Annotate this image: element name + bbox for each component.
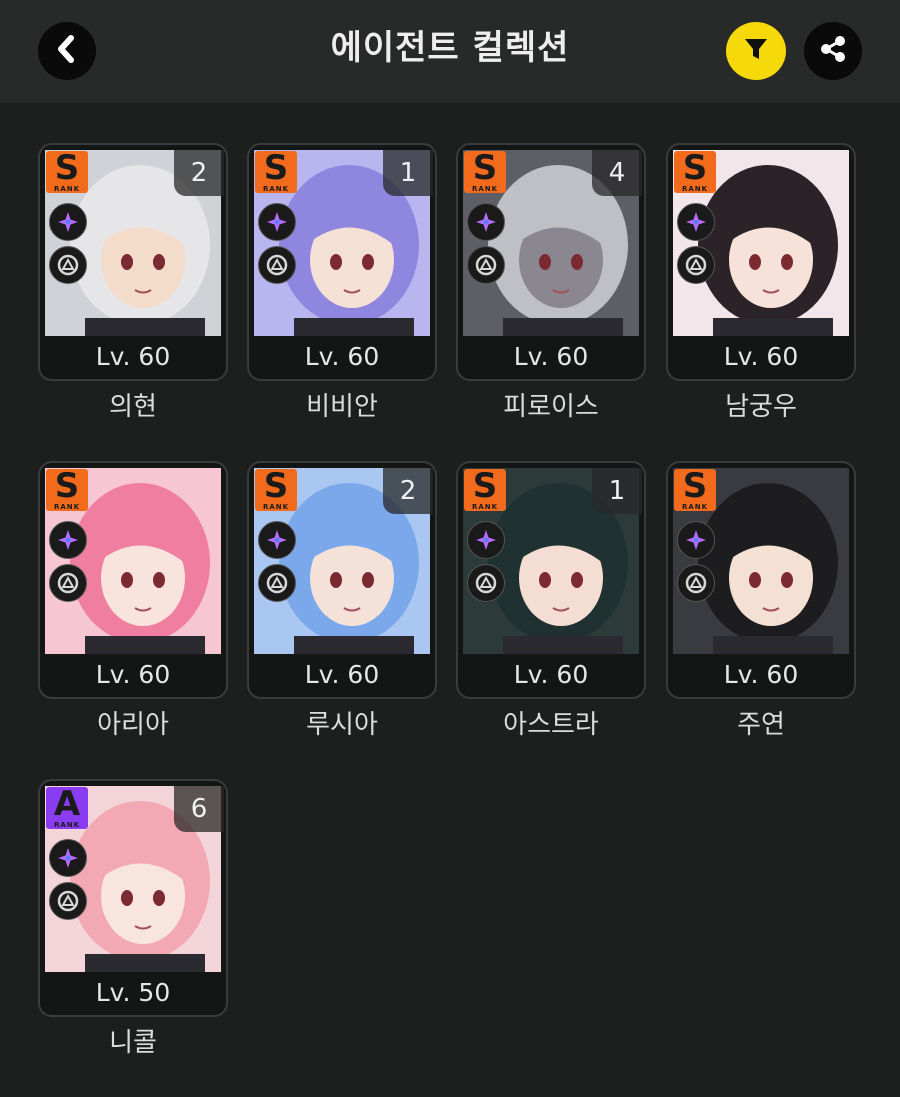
share-button[interactable] bbox=[804, 22, 862, 80]
agent-level: Lv. 60 bbox=[723, 342, 799, 371]
attribute-icon bbox=[467, 203, 505, 241]
rank-letter: S bbox=[472, 466, 498, 506]
mindscape-count: 4 bbox=[592, 150, 642, 196]
mindscape-count: 1 bbox=[383, 150, 433, 196]
specialty-icon bbox=[49, 246, 87, 284]
rank-caption: RANK bbox=[471, 503, 499, 511]
agent-card-frame[interactable]: S RANK 1 Lv. 60 bbox=[456, 461, 646, 699]
agent-name: 아리아 bbox=[97, 710, 169, 740]
agent-name: 니콜 bbox=[109, 1028, 157, 1058]
rank-letter: S bbox=[682, 148, 708, 188]
rank-caption: RANK bbox=[53, 503, 81, 511]
filter-button[interactable] bbox=[726, 22, 786, 80]
rank-badge: S RANK bbox=[674, 151, 716, 193]
specialty-icon bbox=[49, 564, 87, 602]
agent-name: 의현 bbox=[109, 392, 157, 422]
rank-badge: S RANK bbox=[255, 469, 297, 511]
agent-card-frame[interactable]: S RANK 2 Lv. 60 bbox=[38, 143, 228, 381]
agent-card[interactable]: S RANK Lv. 60 아리아 bbox=[38, 461, 228, 751]
agent-card[interactable]: S RANK 1 Lv. 60 아스트라 bbox=[456, 461, 646, 751]
agent-card[interactable]: S RANK 4 Lv. 60 피로이스 bbox=[456, 143, 646, 433]
specialty-icon bbox=[258, 564, 296, 602]
agent-level: Lv. 60 bbox=[304, 660, 380, 689]
agent-card-frame[interactable]: S RANK Lv. 60 bbox=[666, 143, 856, 381]
rank-letter: S bbox=[263, 466, 289, 506]
mindscape-count: 2 bbox=[174, 150, 224, 196]
rank-letter: S bbox=[263, 148, 289, 188]
rank-caption: RANK bbox=[53, 821, 81, 829]
attribute-icon bbox=[49, 203, 87, 241]
rank-caption: RANK bbox=[262, 185, 290, 193]
agent-level: Lv. 60 bbox=[304, 342, 380, 371]
rank-letter: S bbox=[682, 466, 708, 506]
agent-name: 루시아 bbox=[306, 710, 378, 740]
agent-name: 아스트라 bbox=[503, 710, 599, 740]
agent-card-frame[interactable]: S RANK 2 Lv. 60 bbox=[247, 461, 437, 699]
rank-badge: A RANK bbox=[46, 787, 88, 829]
top-bar: 에이전트 컬렉션 bbox=[0, 0, 900, 103]
attribute-icon bbox=[258, 521, 296, 559]
agent-name: 피로이스 bbox=[503, 392, 599, 422]
rank-caption: RANK bbox=[262, 503, 290, 511]
specialty-icon bbox=[677, 564, 715, 602]
specialty-icon bbox=[467, 564, 505, 602]
mindscape-count: 2 bbox=[383, 468, 433, 514]
rank-caption: RANK bbox=[681, 503, 709, 511]
attribute-icon bbox=[258, 203, 296, 241]
attribute-icon bbox=[49, 521, 87, 559]
attribute-icon bbox=[677, 203, 715, 241]
agent-level: Lv. 60 bbox=[95, 660, 171, 689]
attribute-icon bbox=[677, 521, 715, 559]
rank-caption: RANK bbox=[681, 185, 709, 193]
rank-badge: S RANK bbox=[674, 469, 716, 511]
rank-letter: S bbox=[54, 466, 80, 506]
rank-letter: S bbox=[54, 148, 80, 188]
mindscape-count: 1 bbox=[592, 468, 642, 514]
agent-card[interactable]: S RANK 1 Lv. 60 비비안 bbox=[247, 143, 437, 433]
mindscape-count: 6 bbox=[174, 786, 224, 832]
agent-card[interactable]: S RANK 2 Lv. 60 루시아 bbox=[247, 461, 437, 751]
agent-card-frame[interactable]: S RANK 1 Lv. 60 bbox=[247, 143, 437, 381]
agent-card-frame[interactable]: S RANK Lv. 60 bbox=[38, 461, 228, 699]
agent-name: 남궁우 bbox=[725, 392, 797, 422]
rank-letter: S bbox=[472, 148, 498, 188]
agent-level: Lv. 60 bbox=[723, 660, 799, 689]
rank-caption: RANK bbox=[53, 185, 81, 193]
specialty-icon bbox=[258, 246, 296, 284]
rank-badge: S RANK bbox=[464, 151, 506, 193]
rank-badge: S RANK bbox=[46, 151, 88, 193]
agent-level: Lv. 60 bbox=[513, 342, 589, 371]
agent-level: Lv. 60 bbox=[513, 660, 589, 689]
agent-name: 비비안 bbox=[306, 392, 378, 422]
specialty-icon bbox=[467, 246, 505, 284]
agent-level: Lv. 60 bbox=[95, 342, 171, 371]
agent-card[interactable]: S RANK Lv. 60 남궁우 bbox=[666, 143, 856, 433]
filter-icon bbox=[742, 35, 770, 67]
agent-card[interactable]: S RANK Lv. 60 주연 bbox=[666, 461, 856, 751]
share-icon bbox=[817, 33, 849, 69]
rank-badge: S RANK bbox=[255, 151, 297, 193]
rank-caption: RANK bbox=[471, 185, 499, 193]
rank-badge: S RANK bbox=[46, 469, 88, 511]
attribute-icon bbox=[467, 521, 505, 559]
agent-card-frame[interactable]: A RANK 6 Lv. 50 bbox=[38, 779, 228, 1017]
agent-card[interactable]: A RANK 6 Lv. 50 니콜 bbox=[38, 779, 228, 1069]
agent-level: Lv. 50 bbox=[95, 978, 171, 1007]
specialty-icon bbox=[677, 246, 715, 284]
agent-card-frame[interactable]: S RANK 4 Lv. 60 bbox=[456, 143, 646, 381]
rank-letter: A bbox=[53, 784, 81, 824]
agent-card[interactable]: S RANK 2 Lv. 60 의현 bbox=[38, 143, 228, 433]
agent-name: 주연 bbox=[737, 710, 785, 740]
specialty-icon bbox=[49, 882, 87, 920]
attribute-icon bbox=[49, 839, 87, 877]
rank-badge: S RANK bbox=[464, 469, 506, 511]
agent-card-frame[interactable]: S RANK Lv. 60 bbox=[666, 461, 856, 699]
